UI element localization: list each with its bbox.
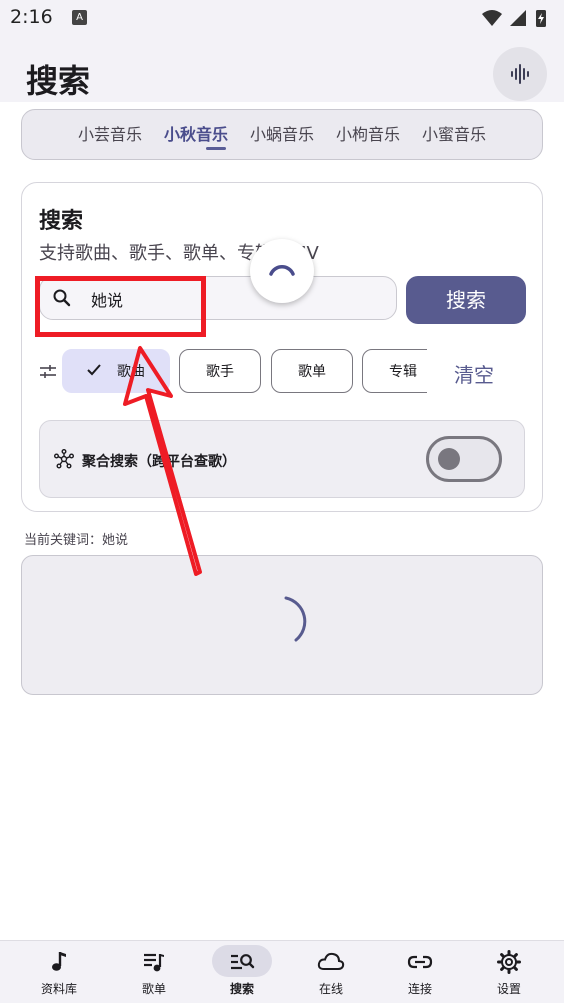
- tab-active-indicator: [206, 147, 226, 150]
- aggregate-search-toggle[interactable]: [426, 436, 502, 482]
- app-bar: 搜索: [0, 36, 564, 102]
- nav-library[interactable]: 资料库: [14, 941, 104, 1003]
- bottom-navigation: 资料库 歌单 搜索 在线 连接 设置: [0, 940, 564, 1003]
- search-button[interactable]: 搜索: [406, 276, 526, 324]
- nav-connect[interactable]: 连接: [375, 941, 465, 1003]
- card-title: 搜索: [39, 209, 84, 234]
- nav-connect-label: 连接: [407, 982, 432, 996]
- clear-button[interactable]: 清空: [454, 359, 494, 388]
- current-keyword-label: 当前关键词：: [24, 533, 103, 548]
- aggregate-search-row[interactable]: 聚合搜索（跨平台查歌）: [39, 420, 525, 498]
- nav-search-label: 搜索: [229, 982, 254, 996]
- nav-settings-label: 设置: [496, 982, 521, 996]
- nav-settings[interactable]: 设置: [464, 941, 554, 1003]
- search-card: 搜索 支持歌曲、歌手、歌单、专辑、MV 她说 搜索 歌曲 歌手 歌单 专辑 清空…: [21, 182, 543, 512]
- toggle-knob: [438, 448, 460, 470]
- nav-library-label: 资料库: [40, 982, 77, 996]
- search-list-icon: [231, 954, 255, 970]
- search-input-value: 她说: [91, 291, 124, 310]
- chip-row: 歌曲 歌手 歌单 专辑: [62, 343, 427, 403]
- voice-search-button[interactable]: [493, 47, 547, 101]
- results-panel: [21, 555, 543, 695]
- results-spinner-icon: [284, 596, 307, 642]
- tab-source-2[interactable]: 小秋音乐: [153, 110, 239, 159]
- wifi-icon: [482, 10, 502, 26]
- search-icon: [53, 289, 71, 307]
- status-icons: [482, 10, 546, 27]
- nav-playlists[interactable]: 歌单: [109, 941, 199, 1003]
- aggregate-search-label: 聚合搜索（跨平台查歌）: [82, 454, 236, 470]
- chip-playlists-label: 歌单: [298, 364, 326, 380]
- cloud-icon: [317, 952, 345, 970]
- nav-playlists-label: 歌单: [141, 982, 166, 996]
- current-keyword-value: 她说: [102, 533, 129, 548]
- nav-online-label: 在线: [318, 982, 343, 996]
- signal-icon: [510, 10, 526, 26]
- chip-artists[interactable]: 歌手: [179, 349, 261, 393]
- nav-search[interactable]: 搜索: [197, 941, 287, 1003]
- status-time: 2:16: [10, 6, 53, 28]
- spinner-icon: [269, 265, 295, 276]
- playlist-icon: [144, 953, 164, 972]
- tab-source-5[interactable]: 小蜜音乐: [411, 110, 497, 159]
- chip-playlists[interactable]: 歌单: [271, 349, 353, 393]
- chip-artists-label: 歌手: [206, 364, 234, 380]
- hub-icon: [54, 449, 74, 469]
- search-input[interactable]: 她说: [39, 276, 397, 320]
- link-icon: [407, 955, 433, 969]
- chip-songs[interactable]: 歌曲: [62, 349, 170, 393]
- waveform-icon: [511, 64, 529, 84]
- page-title: 搜索: [26, 62, 91, 100]
- music-note-icon: [52, 952, 66, 971]
- tab-source-1[interactable]: 小芸音乐: [67, 110, 153, 159]
- filter-icon: [40, 365, 56, 378]
- notification-icon: A: [72, 10, 87, 25]
- check-icon: [87, 350, 101, 394]
- loading-indicator: [250, 239, 314, 303]
- nav-online[interactable]: 在线: [286, 941, 376, 1003]
- chip-albums[interactable]: 专辑: [362, 349, 427, 393]
- current-keyword: 当前关键词：她说: [24, 529, 128, 548]
- tab-source-3[interactable]: 小蜗音乐: [239, 110, 325, 159]
- status-bar: 2:16 A: [0, 0, 564, 36]
- source-tabs: 小芸音乐 小秋音乐 小蜗音乐 小枸音乐 小蜜音乐: [21, 109, 543, 160]
- chip-songs-label: 歌曲: [117, 364, 145, 380]
- tab-source-4[interactable]: 小枸音乐: [325, 110, 411, 159]
- chip-albums-label: 专辑: [389, 364, 417, 380]
- gear-icon: [497, 950, 521, 974]
